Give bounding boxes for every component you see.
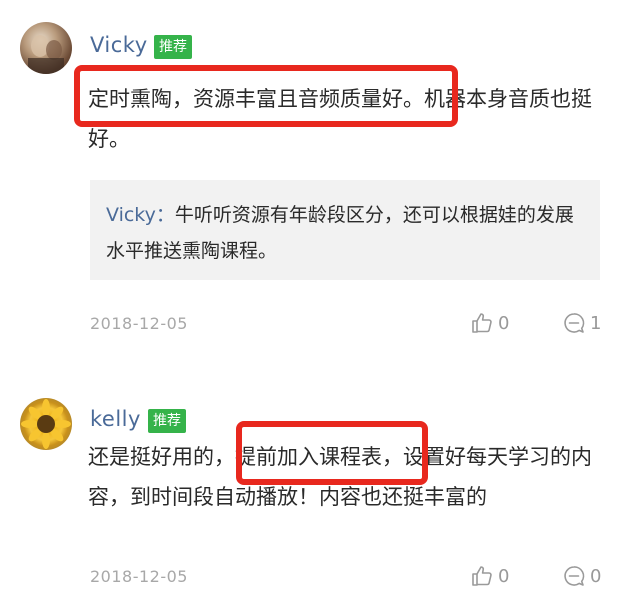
reply-author[interactable]: Vicky： [106, 204, 175, 226]
like-button[interactable]: 0 [470, 311, 509, 335]
avatar[interactable] [20, 22, 72, 74]
comment-item: Vicky 推荐 定时熏陶，资源丰富且音频质量好。机器本身音质也挺好。 Vick… [0, 0, 640, 352]
reply-count: 1 [590, 312, 602, 334]
comment-date: 2018-12-05 [90, 314, 188, 333]
sunflower-avatar-icon [21, 399, 71, 449]
thumbs-up-icon [472, 566, 492, 586]
avatar-photo-icon [28, 35, 64, 74]
reply-box: Vicky：牛听听资源有年龄段区分，还可以根据娃的发展水平推送熏陶课程。 [90, 180, 600, 280]
comment-date: 2018-12-05 [90, 567, 188, 586]
like-button[interactable]: 0 [470, 564, 509, 588]
username[interactable]: Vicky [90, 33, 148, 57]
username[interactable]: kelly [90, 407, 141, 431]
comment-text: 定时熏陶，资源丰富且音频质量好。机器本身音质也挺好。 [88, 87, 592, 151]
reply-text: 牛听听资源有年龄段区分，还可以根据娃的发展水平推送熏陶课程。 [106, 204, 574, 262]
comment-bubble-icon [564, 313, 585, 333]
recommend-badge: 推荐 [148, 409, 186, 433]
recommend-badge: 推荐 [154, 35, 192, 59]
comment-bubble-icon [564, 566, 585, 586]
avatar[interactable] [20, 398, 72, 450]
comment-text: 还是挺好用的，提前加入课程表，设置好每天学习的内容，到时间段自动播放！内容也还挺… [88, 445, 592, 509]
reply-button[interactable]: 1 [562, 311, 601, 335]
like-count: 0 [498, 565, 510, 587]
comment-item: kelly 推荐 还是挺好用的，提前加入课程表，设置好每天学习的内容，到时间段自… [0, 352, 640, 600]
like-count: 0 [498, 312, 510, 334]
reply-count: 0 [590, 565, 602, 587]
reply-button[interactable]: 0 [562, 564, 601, 588]
thumbs-up-icon [472, 313, 492, 333]
